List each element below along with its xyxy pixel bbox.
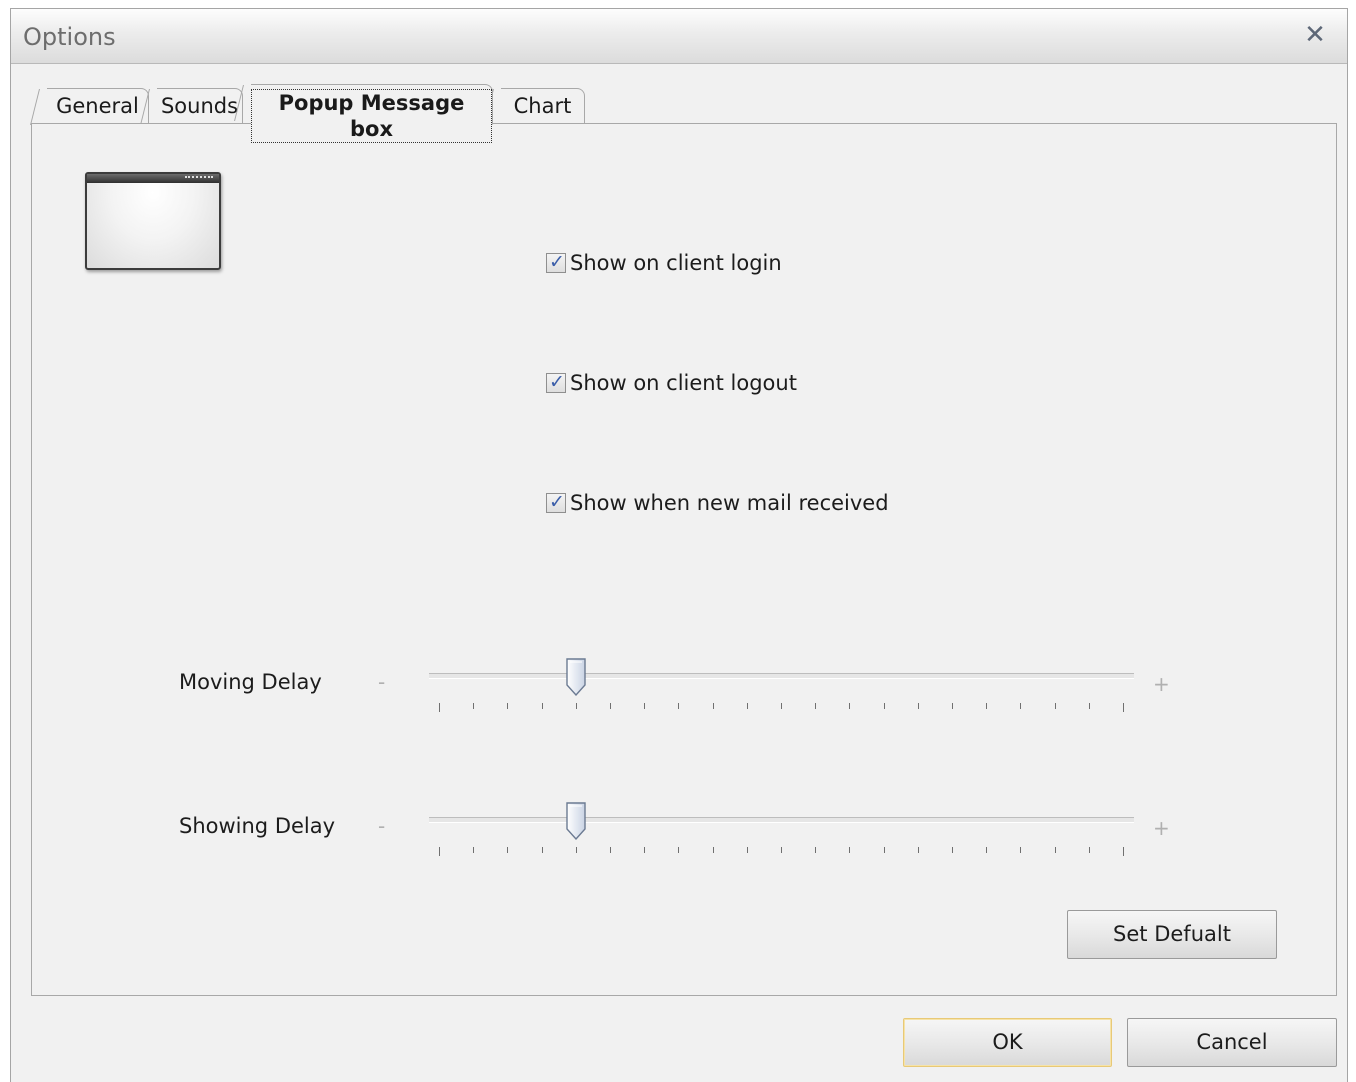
slider-tick (815, 847, 817, 853)
checkbox-label: Show on client logout (570, 371, 797, 395)
slider-tick (644, 703, 646, 709)
checkmark-icon: ✓ (549, 491, 565, 513)
slider-min-icon: - (378, 814, 386, 838)
slider-tick (781, 847, 782, 853)
slider-tick (644, 847, 646, 853)
showing-delay-slider-track[interactable] (429, 817, 1134, 823)
slider-tick (541, 703, 543, 709)
slider-tick (1123, 703, 1124, 712)
slider-tick (1088, 847, 1090, 853)
slider-tick (439, 703, 440, 712)
moving-delay-slider-thumb[interactable] (566, 658, 586, 696)
slider-tick (952, 847, 953, 853)
slider-tick (781, 703, 782, 709)
checkbox-row-logout[interactable]: ✓ Show on client logout (546, 370, 797, 396)
slider-tick (541, 847, 543, 853)
slider-tick (473, 703, 475, 709)
slider-tick (712, 703, 714, 709)
checkbox-row-new-mail[interactable]: ✓ Show when new mail received (546, 490, 889, 516)
slider-tick (507, 703, 509, 709)
slider-tick (575, 703, 577, 709)
popup-window-buttons (185, 176, 213, 181)
slider-tick (439, 847, 440, 856)
slider-tick (746, 847, 748, 853)
slider-tick (610, 703, 611, 709)
slider-tick (610, 847, 611, 853)
slider-tick (883, 703, 885, 709)
ok-button[interactable]: OK (903, 1018, 1112, 1067)
tab-strip: General Sounds Popup Message box Chart (31, 84, 1337, 143)
window-title: Options (23, 23, 116, 51)
showing-delay-label: Showing Delay (179, 814, 336, 838)
tab-general[interactable]: General (47, 88, 149, 124)
slider-tick (473, 847, 475, 853)
slider-tick (1020, 703, 1022, 709)
slider-tick (678, 703, 680, 709)
moving-delay-ticks (429, 703, 1134, 713)
title-bar[interactable]: Options ✕ (11, 9, 1347, 64)
tab-popup-message-box[interactable]: Popup Message box (251, 84, 493, 143)
moving-delay-slider-track[interactable] (429, 673, 1134, 679)
tab-label: Sounds (160, 94, 239, 118)
slider-tick (1054, 703, 1056, 709)
slider-tick (917, 703, 919, 709)
slider-tick (1088, 703, 1090, 709)
slider-tick (1054, 847, 1056, 853)
showing-delay-ticks (429, 847, 1134, 857)
tab-sounds[interactable]: Sounds (157, 88, 243, 124)
set-default-button[interactable]: Set Defualt (1067, 910, 1277, 959)
slider-tick (883, 847, 885, 853)
slider-tick (986, 847, 988, 853)
close-icon[interactable]: ✕ (1301, 21, 1329, 49)
slider-tick (712, 847, 714, 853)
popup-window-icon (85, 172, 221, 270)
checkbox-label: Show when new mail received (570, 491, 889, 515)
slider-tick (849, 847, 851, 853)
slider-tick (575, 847, 577, 853)
slider-tick (507, 847, 509, 853)
slider-tick (678, 847, 680, 853)
tab-panel-popup: ✓ Show on client login ✓ Show on client … (31, 123, 1337, 996)
options-dialog: Options ✕ General Sounds Popup Message b… (10, 8, 1348, 1082)
checkbox-label: Show on client login (570, 251, 782, 275)
slider-max-icon: + (1153, 672, 1170, 696)
moving-delay-label: Moving Delay (179, 670, 322, 694)
show-on-new-mail-checkbox[interactable]: ✓ (546, 491, 566, 513)
showing-delay-slider-thumb[interactable] (566, 802, 586, 840)
slider-tick (815, 703, 817, 709)
checkmark-icon: ✓ (549, 251, 565, 273)
tab-chart[interactable]: Chart (501, 88, 585, 124)
show-on-login-checkbox[interactable]: ✓ (546, 251, 566, 273)
slider-tick (952, 703, 953, 709)
tab-label: Popup Message box (251, 89, 492, 143)
slider-tick (1020, 847, 1022, 853)
slider-tick (746, 703, 748, 709)
slider-tick (849, 703, 851, 709)
slider-max-icon: + (1153, 816, 1170, 840)
cancel-button[interactable]: Cancel (1127, 1018, 1337, 1067)
tab-label: General (56, 94, 139, 118)
checkbox-row-login[interactable]: ✓ Show on client login (546, 250, 782, 276)
tab-label: Chart (513, 94, 572, 118)
slider-tick (917, 847, 919, 853)
checkmark-icon: ✓ (549, 371, 565, 393)
slider-tick (986, 703, 988, 709)
show-on-logout-checkbox[interactable]: ✓ (546, 371, 566, 393)
slider-tick (1123, 847, 1124, 856)
slider-min-icon: - (378, 670, 386, 694)
